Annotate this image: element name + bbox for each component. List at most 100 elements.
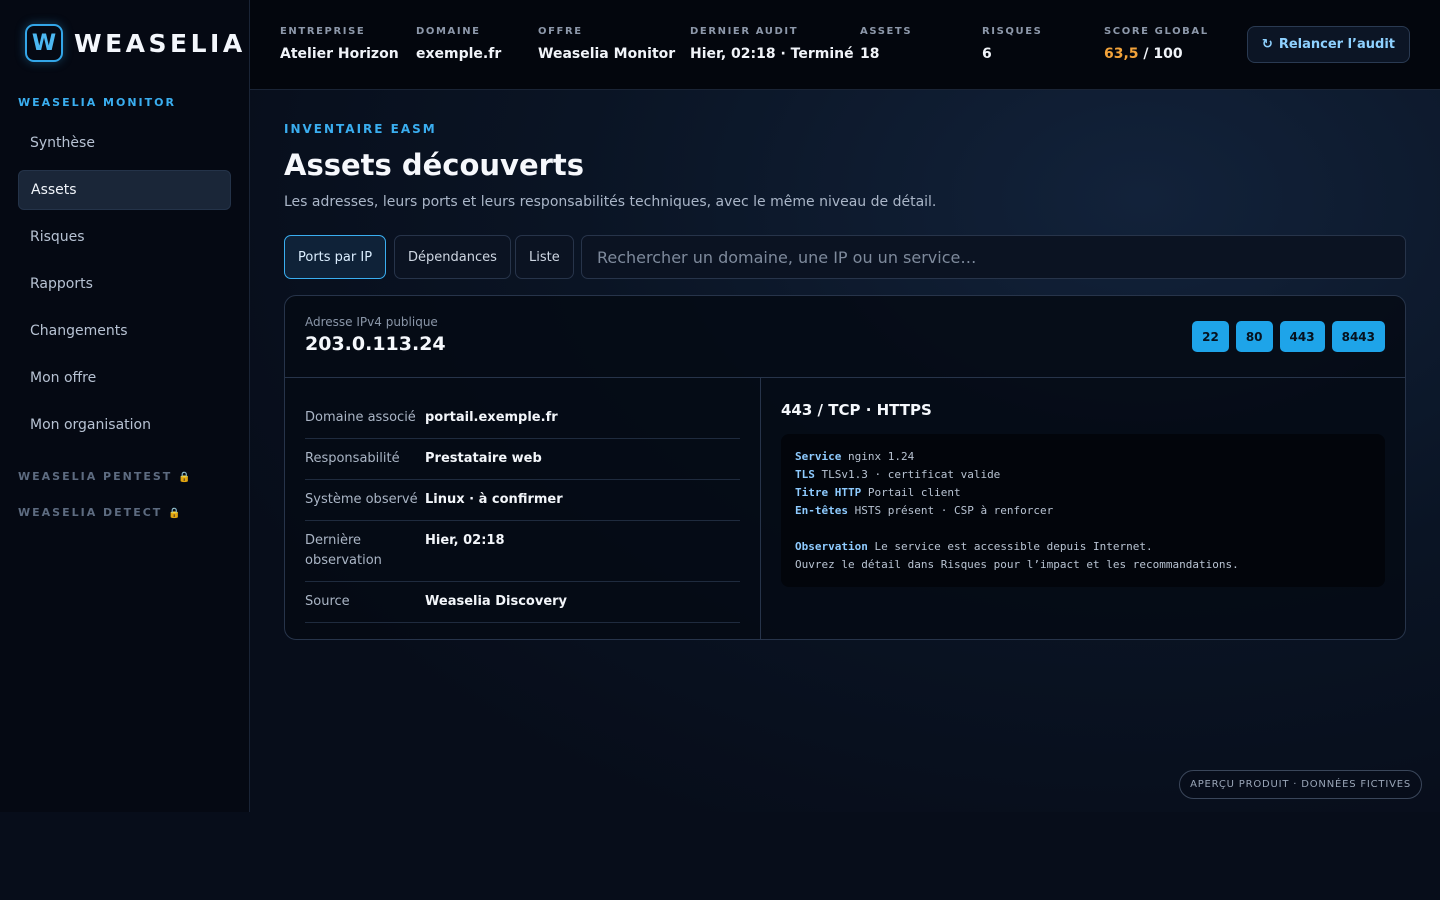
meta-label: DERNIER AUDIT <box>690 26 799 37</box>
code-key: Service <box>795 450 842 463</box>
main-content: INVENTAIRE EASM Assets découverts Les ad… <box>250 90 1440 812</box>
code-value: TLSv1.3 · certificat valide <box>821 468 1001 481</box>
detail-key: Système observé <box>305 492 418 507</box>
ip-card: Adresse IPv4 publique 203.0.113.24 22 80… <box>284 295 1406 640</box>
score-number: 63,5 <box>1104 46 1139 62</box>
card-divider <box>760 378 761 639</box>
sidebar-item-label: Rapports <box>30 276 93 292</box>
meta-value: 18 <box>860 46 880 62</box>
tab-ports-par-ip[interactable]: Ports par IP <box>284 235 387 279</box>
sidebar-item-changements[interactable]: Changements <box>18 311 231 351</box>
nav-section-pentest[interactable]: WEASELIA PENTEST 🔒 <box>18 470 193 483</box>
tab-dependances[interactable]: Dépendances <box>394 235 511 279</box>
score-max: / 100 <box>1143 46 1183 62</box>
port-badge-8443[interactable]: 8443 <box>1331 321 1385 352</box>
sidebar-item-mon-organisation[interactable]: Mon organisation <box>18 405 231 445</box>
top-header: ENTREPRISE Atelier Horizon DOMAINE exemp… <box>250 0 1440 90</box>
port-badge-443[interactable]: 443 <box>1279 321 1325 352</box>
port-list: 22 80 443 8443 <box>1192 321 1385 352</box>
detail-row: Domaine associé portail.exemple.fr <box>305 398 740 439</box>
page-eyebrow: INVENTAIRE EASM <box>284 122 437 136</box>
meta-value: Weaselia Monitor <box>538 46 676 62</box>
app-shell: W WEASELIA WEASELIA MONITOR Synthèse Ass… <box>0 0 1440 812</box>
sidebar-item-label: Risques <box>30 229 85 245</box>
rerun-audit-label: Relancer l’audit <box>1278 37 1395 52</box>
meta-value: exemple.fr <box>416 46 502 62</box>
detail-key: Responsabilité <box>305 451 400 466</box>
ip-card-header: Adresse IPv4 publique 203.0.113.24 22 80… <box>285 296 1405 378</box>
page-title: Assets découverts <box>284 148 585 182</box>
meta-value: 6 <box>982 46 992 62</box>
code-line: En-têtes HSTS présent · CSP à renforcer <box>795 502 1371 520</box>
meta-score-global: SCORE GLOBAL 63,5 / 100 <box>1104 26 1209 62</box>
ip-address: 203.0.113.24 <box>305 333 446 355</box>
sidebar: W WEASELIA WEASELIA MONITOR Synthèse Ass… <box>0 0 250 812</box>
meta-label: SCORE GLOBAL <box>1104 26 1209 37</box>
code-value: HSTS présent · CSP à renforcer <box>854 504 1054 517</box>
meta-assets: ASSETS 18 <box>860 26 912 62</box>
meta-offre: OFFRE Weaselia Monitor <box>538 26 675 62</box>
meta-label: OFFRE <box>538 26 583 37</box>
code-value: nginx 1.24 <box>847 450 915 463</box>
detail-value: portail.exemple.fr <box>425 410 558 425</box>
detail-key: Domaine associé <box>305 410 416 425</box>
sidebar-item-mon-offre[interactable]: Mon offre <box>18 358 231 398</box>
logo-mark-icon: W <box>25 24 63 62</box>
sidebar-item-label: Changements <box>30 323 128 339</box>
tab-label: Dépendances <box>408 249 497 265</box>
lock-icon: 🔒 <box>178 472 193 483</box>
page-background <box>0 812 1440 900</box>
code-line: Titre HTTP Portail client <box>795 484 1371 502</box>
sidebar-item-rapports[interactable]: Rapports <box>18 264 231 304</box>
tab-label: Liste <box>529 249 560 265</box>
meta-value: Hier, 02:18 · Terminé <box>690 46 854 62</box>
meta-risques: RISQUES 6 <box>982 26 1042 62</box>
sidebar-item-assets[interactable]: Assets <box>18 170 231 210</box>
code-line: Service nginx 1.24 <box>795 448 1371 466</box>
service-title: 443 / TCP · HTTPS <box>781 401 932 419</box>
code-line: Observation Le service est accessible de… <box>795 538 1371 556</box>
detail-value: Linux · à confirmer <box>425 492 563 507</box>
nav-section-monitor: WEASELIA MONITOR <box>18 96 176 109</box>
code-key: Observation <box>795 540 868 553</box>
tab-liste[interactable]: Liste <box>515 235 574 279</box>
asset-details: Domaine associé portail.exemple.fr Respo… <box>305 398 740 623</box>
meta-domaine: DOMAINE exemple.fr <box>416 26 501 62</box>
score-value: 63,5 / 100 <box>1104 46 1209 62</box>
meta-label: RISQUES <box>982 26 1043 37</box>
detail-row: Dernière observation Hier, 02:18 <box>305 521 740 582</box>
sidebar-item-risques[interactable]: Risques <box>18 217 231 257</box>
detail-key: Source <box>305 594 350 609</box>
nav-section-label: WEASELIA PENTEST <box>18 470 173 483</box>
code-key: TLS <box>795 468 815 481</box>
meta-label: DOMAINE <box>416 26 481 37</box>
nav-section-label: WEASELIA DETECT <box>18 506 163 519</box>
demo-badge: APERÇU PRODUIT · DONNÉES FICTIVES <box>1179 770 1422 799</box>
code-key: En-têtes <box>795 504 848 517</box>
port-badge-80[interactable]: 80 <box>1235 321 1273 352</box>
code-value: Le service est accessible depuis Interne… <box>874 540 1153 553</box>
detail-row: Système observé Linux · à confirmer <box>305 480 740 521</box>
sidebar-item-label: Mon offre <box>30 370 97 386</box>
detail-value: Weaselia Discovery <box>425 594 568 609</box>
search-input[interactable] <box>581 235 1406 279</box>
sidebar-item-synthese[interactable]: Synthèse <box>18 123 231 163</box>
ip-label: Adresse IPv4 publique <box>305 315 438 329</box>
detail-key: Dernière observation <box>305 533 382 568</box>
nav-section-detect[interactable]: WEASELIA DETECT 🔒 <box>18 506 183 519</box>
meta-dernier-audit: DERNIER AUDIT Hier, 02:18 · Terminé <box>690 26 854 62</box>
service-output: Service nginx 1.24 TLS TLSv1.3 · certifi… <box>781 434 1385 587</box>
sidebar-item-label: Assets <box>31 182 77 198</box>
code-spacer <box>795 520 1371 538</box>
code-key: Titre HTTP <box>795 486 862 499</box>
meta-label: ENTREPRISE <box>280 26 366 37</box>
port-badge-22[interactable]: 22 <box>1192 321 1229 352</box>
lock-icon: 🔒 <box>168 508 183 519</box>
meta-entreprise: ENTREPRISE Atelier Horizon <box>280 26 399 62</box>
rerun-audit-button[interactable]: ↻ Relancer l’audit <box>1246 26 1410 63</box>
code-value: Portail client <box>867 486 961 499</box>
sidebar-item-label: Synthèse <box>30 135 95 151</box>
brand-logo[interactable]: W WEASELIA <box>25 24 246 62</box>
meta-value: Atelier Horizon <box>280 46 399 62</box>
detail-value: Prestataire web <box>425 451 542 466</box>
